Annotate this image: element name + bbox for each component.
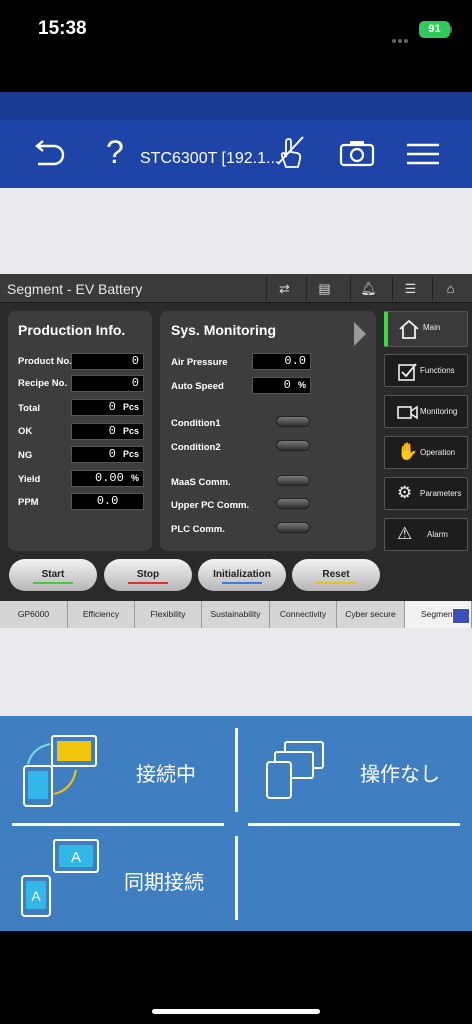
app-top-band [0, 92, 472, 120]
side-nav-parameters[interactable]: ⚙ Parameters [384, 477, 468, 510]
air-pressure-label: Air Pressure [171, 357, 228, 368]
reset-button[interactable]: Reset [292, 559, 380, 591]
list-icon[interactable]: ☰ [392, 276, 428, 301]
video-camera-icon [397, 405, 418, 420]
tab-sustainability[interactable]: Sustainability [202, 601, 270, 628]
yield-value: 0.00 % [71, 470, 144, 487]
plc-comm-label: PLC Comm. [171, 524, 225, 535]
side-nav-parameters-label: Parameters [420, 489, 462, 498]
camera-icon[interactable] [339, 139, 375, 167]
tab-connectivity[interactable]: Connectivity [270, 601, 337, 628]
divider-vertical-top [235, 728, 238, 812]
maas-comm-indicator [276, 475, 310, 486]
touch-disabled-icon[interactable] [275, 134, 307, 172]
product-no-label: Product No. [18, 356, 72, 367]
spacer-area-bottom [0, 628, 472, 716]
reset-underline [316, 582, 356, 584]
ok-value: 0 Pcs [71, 423, 144, 440]
plc-comm-indicator [276, 522, 310, 533]
divider-horizontal-right [248, 823, 460, 826]
side-nav-operation[interactable]: ✋ Operation [384, 436, 468, 469]
recipe-no-value: 0 [71, 375, 144, 392]
total-label: Total [18, 403, 40, 414]
spacer-area-top [0, 188, 472, 274]
no-operation-status[interactable]: 操作なし [360, 758, 440, 787]
menu-icon[interactable] [405, 141, 441, 167]
battery-cap [450, 26, 452, 33]
help-icon[interactable]: ? [106, 134, 124, 171]
auto-speed-label: Auto Speed [171, 381, 224, 392]
sys-monitoring-title: Sys. Monitoring [171, 322, 276, 338]
upper-pc-comm-indicator [276, 498, 310, 509]
cellular-signal-icon [392, 30, 414, 43]
side-nav-alarm[interactable]: ⚠ Alarm [384, 518, 468, 551]
warning-icon: ⚠ [397, 524, 413, 543]
back-icon[interactable] [32, 139, 66, 167]
no-operation-devices-icon [266, 741, 324, 799]
ok-label: OK [18, 426, 33, 437]
stop-button[interactable]: Stop [104, 559, 192, 591]
condition1-indicator [276, 416, 310, 427]
tab-gp6000[interactable]: GP6000 [0, 601, 68, 628]
ng-value: 0 Pcs [71, 446, 144, 463]
side-nav-main[interactable]: Main [384, 311, 468, 347]
next-page-icon[interactable] [352, 320, 368, 348]
condition2-indicator [276, 440, 310, 451]
svg-text:A: A [71, 849, 81, 866]
svg-text:A: A [31, 888, 41, 904]
side-nav-operation-label: Operation [420, 448, 456, 457]
air-pressure-value: 0.0 [252, 353, 311, 370]
ppm-label: PPM [18, 497, 39, 508]
side-nav-main-label: Main [423, 323, 441, 332]
status-time: 15:38 [38, 18, 87, 39]
maas-comm-label: MaaS Comm. [171, 477, 231, 488]
recipe-no-label: Recipe No. [18, 378, 68, 389]
auto-speed-value: 0 % [252, 377, 311, 394]
battery-icon: 91 [419, 21, 450, 38]
tab-efficiency[interactable]: Efficiency [68, 601, 135, 628]
sync-connect-icon: A A [21, 839, 99, 917]
side-nav-monitoring-label: Monitoring [420, 407, 458, 416]
home-icon [399, 319, 419, 339]
side-nav-functions[interactable]: Functions [384, 354, 468, 387]
home-icon[interactable]: ⌂ [432, 276, 468, 301]
production-info-title: Production Info. [18, 322, 126, 338]
home-indicator[interactable] [152, 1009, 320, 1014]
cast-icon[interactable] [452, 608, 470, 624]
ppm-value: 0.0 [71, 493, 144, 510]
product-no-value: 0 [71, 353, 144, 370]
hmi-header-title: Segment - EV Battery [7, 281, 143, 297]
total-value: 0 Pcs [71, 399, 144, 416]
ng-label: NG [18, 450, 33, 461]
side-nav-alarm-label: Alarm [427, 530, 448, 539]
sys-monitoring-panel [160, 311, 376, 551]
language-icon[interactable]: ⇄ [266, 276, 302, 301]
condition1-label: Condition1 [171, 418, 221, 429]
tab-flexibility[interactable]: Flexibility [135, 601, 202, 628]
initialization-button[interactable]: Initialization [198, 559, 286, 591]
connecting-devices-icon [23, 735, 97, 807]
connecting-status: 接続中 [136, 764, 196, 786]
stop-underline [128, 582, 168, 584]
checkbox-icon [398, 363, 417, 381]
divider-vertical-bottom [235, 836, 238, 920]
tab-cyber-secure[interactable]: Cyber secure [337, 601, 405, 628]
initialization-underline [222, 582, 262, 584]
side-nav-monitoring[interactable]: Monitoring [384, 395, 468, 428]
app-title: STC6300T [192.1... [140, 150, 280, 167]
document-icon[interactable]: ▤ [306, 276, 342, 301]
sync-connect-button[interactable]: 同期接続 [124, 866, 204, 895]
start-underline [33, 582, 73, 584]
divider-horizontal-left [12, 823, 224, 826]
side-nav-functions-label: Functions [420, 366, 455, 375]
battery-level: 91 [428, 23, 441, 35]
upper-pc-comm-label: Upper PC Comm. [171, 500, 250, 511]
gear-icon: ⚙ [397, 483, 413, 502]
alarm-bell-icon[interactable]: 🔔︎ [350, 276, 386, 301]
start-button[interactable]: Start [9, 559, 97, 591]
yield-label: Yield [18, 474, 41, 485]
condition2-label: Condition2 [171, 442, 221, 453]
hand-icon: ✋ [397, 442, 419, 461]
